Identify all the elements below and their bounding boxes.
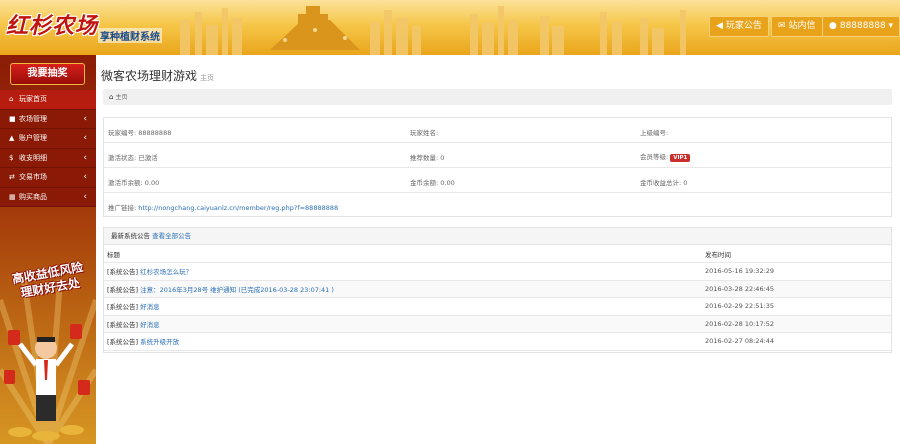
- sidebar-item-label: 购买商品: [19, 192, 47, 201]
- gold-balance: 金币余额: 0.00: [410, 179, 455, 187]
- home-icon: ⌂: [9, 95, 14, 103]
- column-header-time: 发布时间: [702, 245, 891, 263]
- table-row: [系统公告] 红杉农场怎么玩？ 2016-05-16 19:32:29: [104, 262, 891, 281]
- info-row: 激活状态: 已激活 推荐数量: 0 会员等级: VIP1: [104, 143, 891, 168]
- sidebar-item-label: 账户管理: [19, 134, 47, 142]
- breadcrumb-home[interactable]: 主页: [115, 94, 127, 101]
- gold-income-total: 金币收益总计: 0: [640, 179, 688, 187]
- bullhorn-icon: ◀: [716, 21, 723, 31]
- sidebar-item-shop[interactable]: ▦ 购买商品 ‹: [0, 187, 96, 207]
- page-title-small: 主页: [200, 74, 215, 82]
- sidebar-item-label: 玩家首页: [19, 95, 47, 103]
- vip-badge: VIP1: [670, 154, 691, 162]
- activation-coin-balance: 激活币余额: 0.00: [108, 179, 160, 187]
- dollar-icon: $: [9, 153, 14, 162]
- inbox-button[interactable]: ✉ 站内信: [771, 16, 823, 37]
- notice-tag: [系统公告]: [107, 338, 139, 347]
- notice-title-link[interactable]: 系统升级开放: [140, 338, 179, 346]
- table-header-row: 标题 发布时间: [104, 245, 891, 263]
- player-notice-label: 玩家公告: [725, 21, 762, 31]
- logo-subtitle: 享种植财系统: [98, 28, 162, 43]
- exchange-icon: ⇄: [9, 173, 15, 181]
- notice-time: 2016-03-28 22:46:45: [702, 280, 891, 298]
- chevron-left-icon: ‹: [83, 172, 87, 182]
- sidebar: 我要抽奖 ⌂ 玩家首页 ■ 农场管理 ‹ ▲ 账户管理 ‹ $ 收支明细 ‹ ⇄ 交易市场…: [0, 55, 96, 444]
- recommend-count: 推荐数量: 0: [410, 154, 445, 162]
- chevron-left-icon: ‹: [83, 152, 87, 163]
- chevron-left-icon: ‹: [83, 113, 87, 124]
- info-row: 玩家编号: 88888888 玩家姓名: 上级编号:: [104, 118, 891, 143]
- promo-link-label: 推广链接:: [108, 204, 137, 212]
- lottery-button[interactable]: 我要抽奖: [10, 63, 85, 85]
- upper-id: 上级编号:: [640, 129, 669, 137]
- account-icon: ▲: [9, 134, 15, 142]
- table-row: [系统公告] 好消息 2016-02-28 10:17:52: [104, 315, 891, 333]
- notice-time: 2016-02-29 22:51:35: [702, 297, 891, 316]
- inbox-label: 站内信: [788, 21, 816, 31]
- notice-title-link[interactable]: 好消息: [140, 321, 160, 329]
- main-content: 微客农场理财游戏 主页 ⌂ 主页 玩家编号: 88888888 玩家姓名: 上级编号…: [96, 55, 900, 444]
- notice-panel-header: 最新系统公告 查看全部公告: [104, 228, 891, 245]
- notice-title-link[interactable]: 注意：2016年3月28号 维护通知 (已完成2016-03-28 23:07:…: [140, 286, 334, 294]
- notice-panel-title: 最新系统公告: [111, 232, 150, 240]
- notice-tag: [系统公告]: [107, 285, 139, 294]
- member-level: 会员等级: VIP1: [640, 151, 691, 162]
- table-row: [系统公告] 系统升级开放 2016-02-27 08:24:44: [104, 332, 891, 351]
- notice-time: 2016-05-16 19:32:29: [702, 262, 891, 281]
- column-header-title: 标题: [104, 245, 702, 263]
- farm-icon: ■: [9, 114, 16, 123]
- sidebar-item-farm[interactable]: ■ 农场管理 ‹: [0, 109, 96, 129]
- player-id: 玩家编号: 88888888: [108, 129, 172, 137]
- player-name: 玩家姓名:: [410, 129, 439, 137]
- breadcrumb: ⌂ 主页: [103, 89, 892, 105]
- logo[interactable]: 红杉农场: [6, 8, 98, 40]
- member-level-label: 会员等级:: [640, 153, 669, 161]
- table-row: [系统公告] 好消息 2016-02-29 22:51:35: [104, 297, 891, 316]
- page-title: 微客农场理财游戏 主页: [101, 67, 214, 84]
- promo-banner: 高收益低风险 理财好去处: [0, 260, 96, 444]
- top-header: 红杉农场 享种植财系统 ◀ 玩家公告 ✉ 站内信 ● 88888888 ▾: [0, 0, 900, 55]
- user-icon: ●: [829, 21, 837, 31]
- home-icon[interactable]: ⌂: [109, 93, 113, 101]
- chevron-left-icon: ‹: [83, 191, 87, 202]
- notice-tag: [系统公告]: [107, 303, 139, 312]
- notice-tag: [系统公告]: [107, 268, 139, 277]
- player-notice-button[interactable]: ◀ 玩家公告: [709, 16, 769, 37]
- chevron-left-icon: ‹: [83, 133, 87, 143]
- sidebar-item-account[interactable]: ▲ 账户管理 ‹: [0, 129, 96, 149]
- notice-table: 标题 发布时间 [系统公告] 红杉农场怎么玩？ 2016-05-16 19:32…: [104, 245, 891, 351]
- user-menu-button[interactable]: ● 88888888 ▾: [822, 16, 900, 37]
- sidebar-item-label: 收支明细: [19, 153, 47, 162]
- sidebar-item-label: 农场管理: [19, 114, 47, 123]
- player-info-panel: 玩家编号: 88888888 玩家姓名: 上级编号: 激活状态: 已激活 推荐数…: [103, 117, 892, 217]
- notice-title-link[interactable]: 红杉农场怎么玩？: [140, 268, 192, 276]
- info-row: 推广链接: http://nongchang.caiyuanlz.cn/memb…: [104, 193, 891, 217]
- activation-status: 激活状态: 已激活: [108, 154, 158, 162]
- sidebar-item-finance[interactable]: $ 收支明细 ‹: [0, 148, 96, 168]
- notice-tag: [系统公告]: [107, 320, 139, 329]
- shop-icon: ▦: [9, 192, 16, 201]
- user-menu-label: 88888888 ▾: [839, 21, 894, 31]
- notice-time: 2016-02-28 10:17:52: [702, 315, 891, 333]
- promo-link: 推广链接: http://nongchang.caiyuanlz.cn/memb…: [108, 202, 338, 212]
- sidebar-item-home[interactable]: ⌂ 玩家首页: [0, 90, 96, 110]
- notice-panel: 最新系统公告 查看全部公告 标题 发布时间 [系统公告] 红杉农场怎么玩？ 20…: [103, 227, 892, 353]
- sidebar-item-label: 交易市场: [19, 173, 47, 181]
- info-row: 激活币余额: 0.00 金币余额: 0.00 金币收益总计: 0: [104, 168, 891, 193]
- envelope-icon: ✉: [778, 21, 786, 31]
- notice-time: 2016-02-27 08:24:44: [702, 332, 891, 351]
- sidebar-item-market[interactable]: ⇄ 交易市场 ‹: [0, 168, 96, 188]
- notice-title-link[interactable]: 好消息: [140, 303, 160, 311]
- sidebar-nav: ⌂ 玩家首页 ■ 农场管理 ‹ ▲ 账户管理 ‹ $ 收支明细 ‹ ⇄ 交易市场 ‹ ▦ 购…: [0, 90, 96, 207]
- table-row: [系统公告] 注意：2016年3月28号 维护通知 (已完成2016-03-28…: [104, 280, 891, 298]
- promo-link-url[interactable]: http://nongchang.caiyuanlz.cn/member/reg…: [138, 204, 338, 212]
- view-all-notices-link[interactable]: 查看全部公告: [152, 232, 191, 240]
- page-title-text: 微客农场理财游戏: [101, 69, 198, 83]
